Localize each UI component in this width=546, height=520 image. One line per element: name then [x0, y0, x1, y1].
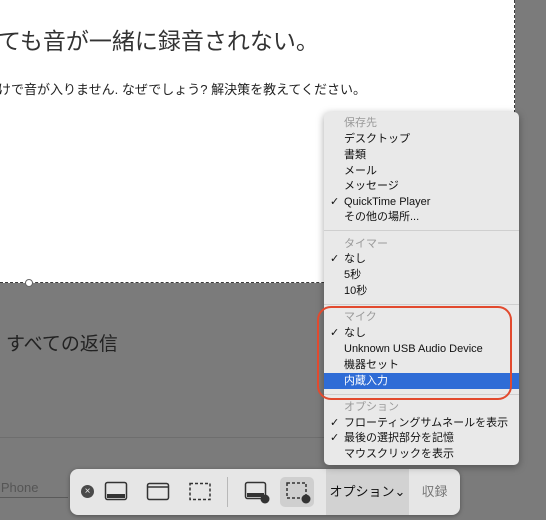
annotation-highlight-ring: [317, 306, 512, 400]
iphone-label: iPhone: [0, 480, 39, 495]
menu-item-timer-none[interactable]: ✓ なし: [324, 251, 519, 267]
replies-heading: すべての返信: [6, 334, 118, 355]
menu-separator: [324, 304, 519, 305]
menu-item-desktop[interactable]: デスクトップ: [324, 131, 519, 147]
close-icon[interactable]: ×: [81, 485, 94, 498]
capture-button[interactable]: 収録: [409, 469, 460, 515]
selection-icon: [189, 482, 211, 501]
menu-item-remember-last-selection[interactable]: ✓ 最後の選択部分を記憶: [324, 430, 519, 446]
menu-header-timer: タイマー: [344, 238, 388, 250]
screenshot-toolbar: × オプション⌄ 収録: [70, 469, 460, 515]
menu-item-show-floating-thumbnail[interactable]: ✓ フローティングサムネールを表示: [324, 415, 519, 431]
menu-item-mail[interactable]: メール: [324, 163, 519, 179]
record-selection-button[interactable]: [280, 477, 314, 507]
menu-item-quicktime-player[interactable]: ✓ QuickTime Player: [324, 194, 519, 210]
screen-icon: [104, 481, 128, 501]
capture-selection-button[interactable]: [183, 477, 217, 507]
menu-separator: [324, 230, 519, 231]
menu-item-messages[interactable]: メッセージ: [324, 178, 519, 194]
options-button[interactable]: オプション⌄: [326, 469, 409, 515]
record-entire-screen-button[interactable]: [239, 477, 273, 507]
window-icon: [146, 482, 170, 501]
capture-entire-screen-button[interactable]: [99, 477, 133, 507]
menu-header-save-location: 保存先: [344, 117, 377, 129]
document-body: けで音が入りません. なぜでしょう? 解決策を教えてください。: [0, 82, 367, 97]
selection-handle[interactable]: [25, 279, 33, 287]
capture-window-button[interactable]: [141, 477, 175, 507]
menu-header-options: オプション: [344, 401, 399, 413]
menu-item-documents[interactable]: 書類: [324, 147, 519, 163]
toolbar-separator: [227, 477, 228, 507]
divider: [0, 497, 68, 498]
record-screen-icon: [244, 481, 270, 504]
divider: [0, 437, 325, 438]
document-title: ても音が一緒に録音されない。: [0, 28, 319, 54]
menu-item-show-mouse-clicks[interactable]: マウスクリックを表示: [324, 446, 519, 462]
options-menu: 保存先 デスクトップ 書類 メール メッセージ ✓ QuickTime Playe…: [324, 112, 519, 465]
menu-item-other-location[interactable]: その他の場所...: [324, 209, 519, 225]
menu-item-timer-10s[interactable]: 10秒: [324, 283, 519, 299]
menu-item-timer-5s[interactable]: 5秒: [324, 267, 519, 283]
record-selection-icon: [286, 482, 311, 504]
